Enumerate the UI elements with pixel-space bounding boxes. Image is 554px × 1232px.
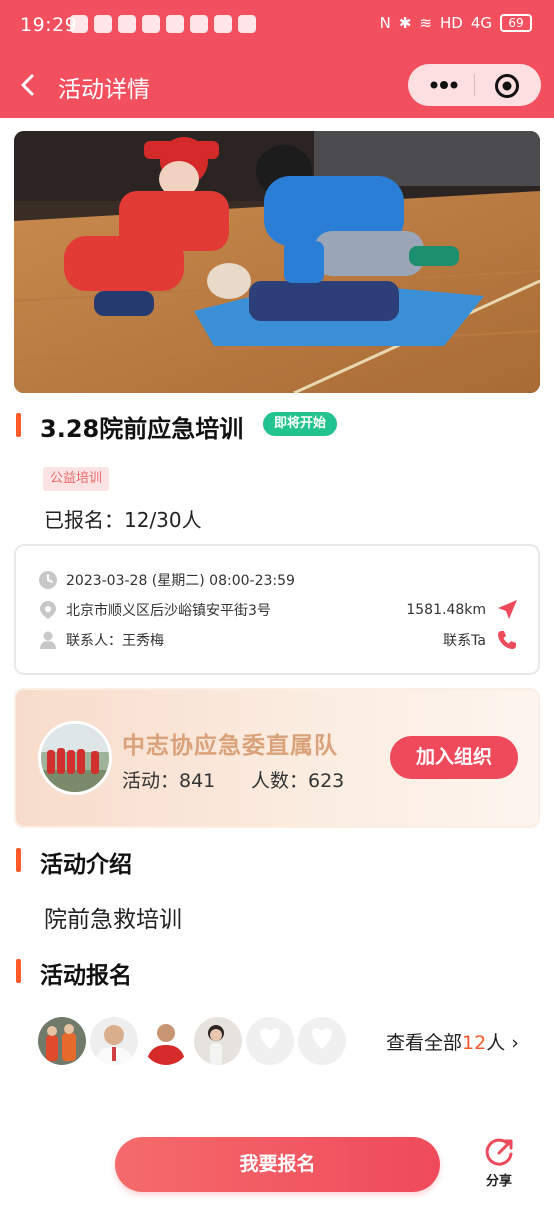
mini-program-capsule bbox=[408, 64, 541, 106]
activity-cover-image bbox=[14, 131, 540, 393]
wifi-icon: ≋ bbox=[419, 14, 432, 32]
activity-address: 北京市顺义区后沙峪镇安平街3号 bbox=[66, 603, 271, 619]
organization-member-count: 人数：623 bbox=[251, 770, 345, 792]
intro-heading: 活动介绍 bbox=[40, 852, 132, 878]
participant-avatar bbox=[192, 1015, 244, 1067]
navigate-arrow-icon[interactable] bbox=[496, 599, 518, 621]
view-all-suffix: 人 bbox=[486, 1032, 506, 1054]
signup-heading: 活动报名 bbox=[40, 963, 132, 989]
tiktok-app-icon bbox=[118, 15, 136, 33]
organization-activity-count: 活动：841 bbox=[122, 770, 216, 792]
title-accent-bar bbox=[16, 413, 21, 437]
nav-bar: 活动详情 bbox=[0, 52, 554, 118]
share-label: 分享 bbox=[485, 1174, 512, 1189]
contact-action-label[interactable]: 联系Ta bbox=[443, 630, 486, 650]
contact-person: 联系人：王秀梅 bbox=[66, 633, 164, 649]
bookmark-app-icon bbox=[190, 15, 208, 33]
person-icon bbox=[40, 631, 56, 649]
registered-count: 已报名：12/30人 bbox=[44, 508, 202, 532]
signup-button[interactable]: 我要报名 bbox=[115, 1137, 440, 1192]
battery-icon: 69 bbox=[500, 14, 532, 32]
page-title: 活动详情 bbox=[58, 77, 150, 103]
view-all-prefix: 查看全部 bbox=[386, 1032, 463, 1054]
chevron-right-icon: › bbox=[511, 1032, 519, 1054]
participant-avatar bbox=[36, 1015, 88, 1067]
signup-accent-bar bbox=[16, 959, 21, 983]
address-row[interactable]: 北京市顺义区后沙峪镇安平街3号 1581.48km bbox=[38, 597, 518, 623]
activity-info-card: 2023-03-28 (星期二) 08:00-23:59 北京市顺义区后沙峪镇安… bbox=[14, 544, 540, 675]
back-arrow-icon[interactable] bbox=[16, 72, 42, 98]
placeholder-avatar bbox=[244, 1015, 296, 1067]
nfc-icon: N bbox=[379, 14, 391, 32]
location-pin-icon bbox=[40, 601, 56, 619]
activity-title: 3.28院前应急培训 bbox=[40, 415, 244, 443]
signal-type: 4G bbox=[470, 14, 492, 32]
share-icon bbox=[485, 1138, 513, 1166]
stock-app-icon bbox=[166, 15, 184, 33]
join-organization-button[interactable]: 加入组织 bbox=[390, 736, 518, 779]
more-icon[interactable] bbox=[426, 75, 462, 95]
bluetooth-icon: ✱ bbox=[398, 14, 412, 32]
calendar-app-icon bbox=[214, 15, 232, 33]
participant-avatar bbox=[140, 1015, 192, 1067]
placeholder-avatar bbox=[296, 1015, 348, 1067]
notification-icons bbox=[70, 15, 256, 33]
battery-level: 69 bbox=[508, 16, 524, 30]
organization-card[interactable]: 中志协应急委直属队 活动：841 人数：623 加入组织 bbox=[14, 688, 540, 828]
share-button[interactable]: 分享 bbox=[478, 1138, 520, 1192]
participant-count: 12 bbox=[462, 1032, 487, 1054]
intro-text: 院前急救培训 bbox=[44, 907, 182, 933]
taobao-app-icon bbox=[238, 15, 256, 33]
distance: 1581.48km bbox=[406, 602, 486, 618]
participant-avatar bbox=[88, 1015, 140, 1067]
network-type: HD bbox=[439, 14, 463, 32]
status-bar: 19:29 N ✱ ≋ HD 4G 69 bbox=[0, 0, 554, 52]
status-badge: 即将开始 bbox=[263, 412, 338, 436]
category-tag: 公益培训 bbox=[43, 467, 110, 491]
status-time: 19:29 bbox=[20, 14, 78, 36]
close-target-icon[interactable] bbox=[494, 73, 520, 99]
phone-icon[interactable] bbox=[496, 629, 518, 651]
mail-app-icon bbox=[70, 15, 88, 33]
organization-avatar bbox=[38, 721, 112, 795]
message-app-icon bbox=[142, 15, 160, 33]
intro-accent-bar bbox=[16, 848, 21, 872]
view-all-participants-link[interactable]: 查看全部12人 › bbox=[386, 1028, 519, 1055]
datetime-row: 2023-03-28 (星期二) 08:00-23:59 bbox=[38, 567, 518, 593]
capsule-divider bbox=[474, 74, 475, 96]
clock-icon bbox=[39, 571, 57, 589]
system-indicators: N ✱ ≋ HD 4G 69 bbox=[380, 14, 532, 32]
k-app-icon bbox=[94, 15, 112, 33]
organization-name: 中志协应急委直属队 bbox=[122, 733, 338, 759]
contact-row: 联系人：王秀梅 联系Ta bbox=[38, 627, 518, 653]
activity-datetime: 2023-03-28 (星期二) 08:00-23:59 bbox=[66, 573, 295, 589]
